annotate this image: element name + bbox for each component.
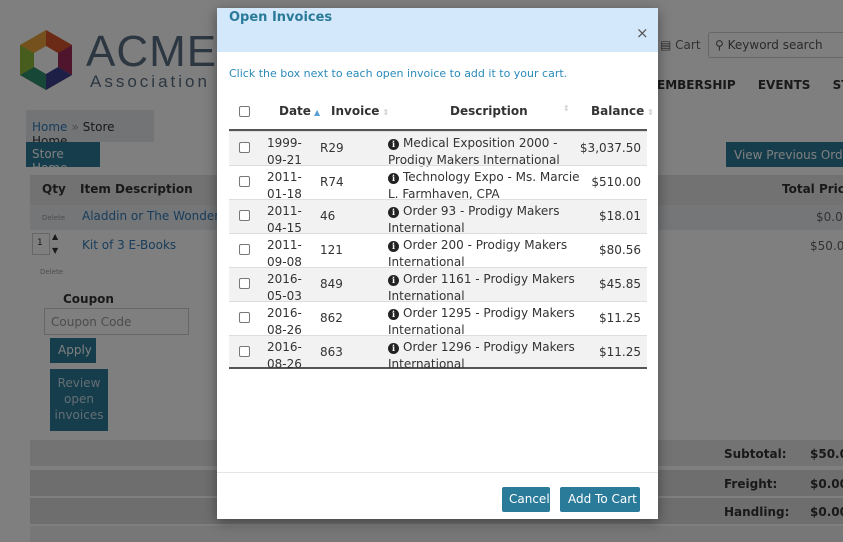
invoice-checkbox[interactable] [239, 142, 250, 153]
invoice-date: 2011-04-15 [267, 204, 302, 235]
info-icon[interactable]: i [388, 139, 399, 150]
invoice-date: 2011-01-18 [267, 170, 302, 201]
invoice-description: i Medical Exposition 2000 - Prodigy Maker… [388, 135, 583, 169]
modal-header: Open Invoices × [217, 8, 658, 52]
description-column-header[interactable]: Description [450, 104, 528, 118]
modal-instructions: Click the box next to each open invoice … [229, 67, 568, 80]
invoice-number: R29 [320, 141, 344, 155]
invoice-description-text: Order 1161 - Prodigy Makers Internationa… [388, 272, 575, 303]
invoice-date: 1999-09-21 [267, 136, 302, 167]
invoice-description-text: Technology Expo - Ms. Marcie L. Farmhave… [388, 170, 580, 201]
invoice-column-header[interactable]: Invoice ⇕ [331, 104, 389, 118]
invoice-description: i Order 1296 - Prodigy Makers Internation… [388, 339, 583, 373]
info-icon[interactable]: i [388, 343, 399, 354]
invoice-number: 862 [320, 311, 343, 325]
invoice-header-label: Invoice [331, 104, 380, 118]
invoice-description-text: Order 200 - Prodigy Makers International [388, 238, 568, 269]
date-column-header[interactable]: Date ▲ [279, 104, 320, 118]
invoice-balance: $80.56 [599, 243, 641, 257]
invoice-description-text: Order 1295 - Prodigy Makers Internationa… [388, 306, 575, 337]
table-row: 2011-09-08 121 i Order 200 - Prodigy Make… [229, 233, 647, 269]
invoice-balance: $18.01 [599, 209, 641, 223]
info-icon[interactable]: i [388, 309, 399, 320]
invoices-table: Date ▲ Invoice ⇕ Description ⇕ Balance ⇕ 19… [229, 92, 654, 371]
invoice-number: 849 [320, 277, 343, 291]
invoice-description: i Order 1161 - Prodigy Makers Internation… [388, 271, 583, 305]
invoice-checkbox[interactable] [239, 346, 250, 357]
invoice-description: i Order 93 - Prodigy Makers International [388, 203, 583, 237]
info-icon[interactable]: i [388, 275, 399, 286]
sort-icon: ⇕ [647, 108, 654, 117]
invoice-date: 2016-05-03 [267, 272, 302, 303]
info-icon[interactable]: i [388, 207, 399, 218]
invoice-checkbox[interactable] [239, 312, 250, 323]
add-to-cart-button[interactable]: Add To Cart [560, 487, 640, 512]
invoice-balance: $11.25 [599, 345, 641, 359]
invoice-checkbox[interactable] [239, 278, 250, 289]
open-invoices-modal: Open Invoices × Click the box next to ea… [217, 8, 658, 519]
info-icon[interactable]: i [388, 173, 399, 184]
table-row: 2016-05-03 849 i Order 1161 - Prodigy Mak… [229, 267, 647, 303]
invoice-description: i Order 200 - Prodigy Makers Internationa… [388, 237, 583, 271]
sort-icon: ⇕ [382, 108, 390, 117]
invoice-checkbox[interactable] [239, 210, 250, 221]
description-header-label: Description [450, 104, 528, 118]
invoice-date: 2016-08-26 [267, 340, 302, 371]
table-row: 1999-09-21 R29 i Medical Exposition 2000 … [229, 131, 647, 167]
invoices-table-header: Date ▲ Invoice ⇕ Description ⇕ Balance ⇕ [229, 92, 654, 131]
invoice-number: 46 [320, 209, 336, 223]
sort-asc-icon: ▲ [313, 108, 321, 117]
invoice-number: 863 [320, 345, 343, 359]
invoice-date: 2011-09-08 [267, 238, 302, 269]
info-icon[interactable]: i [388, 241, 399, 252]
invoice-description: i Technology Expo - Ms. Marcie L. Farmhav… [388, 169, 583, 203]
invoice-description-text: Medical Exposition 2000 - Prodigy Makers… [388, 136, 560, 167]
table-row: 2016-08-26 863 i Order 1296 - Prodigy Mak… [229, 335, 647, 371]
modal-footer: Cancel Add To Cart [217, 472, 658, 519]
invoice-number: 121 [320, 243, 343, 257]
invoice-checkbox[interactable] [239, 176, 250, 187]
balance-header-label: Balance [591, 104, 645, 118]
invoice-number: R74 [320, 175, 344, 189]
table-row: 2011-01-18 R74 i Technology Expo - Ms. Ma… [229, 165, 647, 201]
close-icon[interactable]: × [636, 24, 649, 42]
cancel-button[interactable]: Cancel [502, 487, 550, 512]
invoice-balance: $510.00 [591, 175, 641, 189]
table-row: 2016-08-26 862 i Order 1295 - Prodigy Mak… [229, 301, 647, 337]
invoice-balance: $3,037.50 [579, 141, 641, 155]
sort-icon[interactable]: ⇕ [563, 104, 570, 113]
invoice-balance: $11.25 [599, 311, 641, 325]
invoice-balance: $45.85 [599, 277, 641, 291]
select-all-checkbox[interactable] [239, 106, 250, 117]
invoice-description-text: Order 93 - Prodigy Makers International [388, 204, 560, 235]
invoice-checkbox[interactable] [239, 244, 250, 255]
date-header-label: Date [279, 104, 311, 118]
invoice-description-text: Order 1296 - Prodigy Makers Internationa… [388, 340, 575, 371]
table-row: 2011-04-15 46 i Order 93 - Prodigy Makers… [229, 199, 647, 235]
invoice-description: i Order 1295 - Prodigy Makers Internation… [388, 305, 583, 339]
invoice-date: 2016-08-26 [267, 306, 302, 337]
balance-column-header[interactable]: Balance ⇕ [591, 104, 654, 118]
modal-title: Open Invoices [229, 10, 333, 25]
